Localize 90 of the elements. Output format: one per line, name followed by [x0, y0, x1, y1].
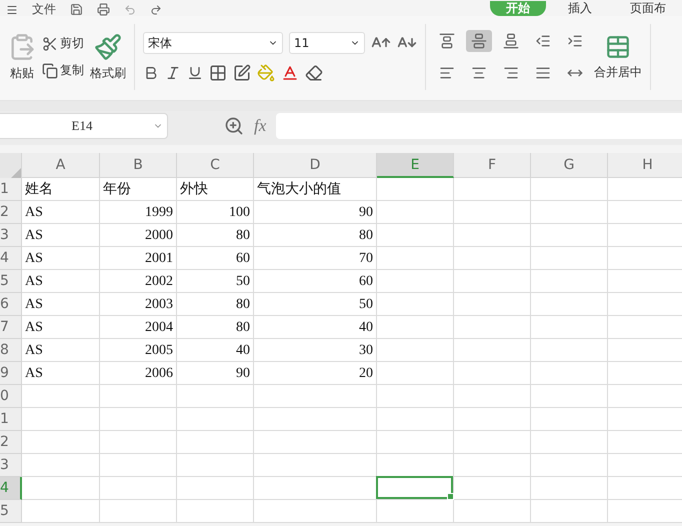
merge-cells-icon [605, 34, 631, 60]
row-header[interactable]: 6 [0, 293, 22, 316]
function-label[interactable]: fx [254, 116, 266, 136]
table-cell: 50 [177, 270, 254, 293]
row-header[interactable]: 7 [0, 316, 22, 339]
table-cell: 70 [254, 247, 377, 270]
table-cell: AS [22, 316, 100, 339]
paintbrush-icon [94, 32, 122, 60]
ribbon-tab[interactable]: 插入 [552, 1, 608, 16]
row-header[interactable]: 2 [0, 201, 22, 224]
table-cell: 100 [177, 201, 254, 224]
column-header[interactable]: B [100, 153, 177, 178]
row-header[interactable]: 5 [0, 500, 22, 523]
align-middle-icon[interactable] [466, 30, 492, 52]
row-header[interactable]: 3 [0, 224, 22, 247]
column-header[interactable]: D [254, 153, 377, 178]
table-cell: 外快 [177, 178, 254, 201]
table-cell: 40 [177, 339, 254, 362]
row-header[interactable]: 1 [0, 408, 22, 431]
font-color-icon[interactable] [281, 64, 299, 82]
ribbon-tab[interactable]: 开始 [490, 1, 546, 16]
name-box[interactable]: E14 [0, 113, 168, 139]
zoom-icon[interactable] [224, 116, 244, 136]
table-cell: AS [22, 339, 100, 362]
copy-button[interactable]: 复制 [42, 62, 84, 79]
font-size-dropdown[interactable]: 11 [289, 32, 365, 54]
italic-icon[interactable] [165, 65, 181, 81]
redo-icon[interactable] [150, 4, 162, 16]
cut-button[interactable]: 剪切 [42, 35, 84, 52]
row-header[interactable]: 5 [0, 270, 22, 293]
column-header[interactable]: H [608, 153, 682, 178]
table-cell: 80 [177, 224, 254, 247]
row-header[interactable]: 3 [0, 454, 22, 477]
table-cell: 80 [254, 224, 377, 247]
table-cell: 80 [177, 316, 254, 339]
triangle-icon [9, 166, 21, 178]
table-cell: 姓名 [22, 178, 100, 201]
row-header[interactable]: 8 [0, 339, 22, 362]
table-cell: 90 [177, 362, 254, 385]
table-cell: 60 [254, 270, 377, 293]
underline-icon[interactable] [187, 65, 203, 81]
row-header[interactable]: 1 [0, 178, 22, 201]
merge-center-button[interactable]: 合并居中 [594, 34, 642, 80]
copy-icon [42, 62, 58, 78]
row-header[interactable]: 0 [0, 385, 22, 408]
table-cell: 2006 [100, 362, 177, 385]
table-cell: 50 [254, 293, 377, 316]
column-header[interactable]: F [454, 153, 531, 178]
table-cell: AS [22, 247, 100, 270]
table-cell: AS [22, 270, 100, 293]
save-icon[interactable] [70, 3, 83, 16]
menu-icon[interactable] [6, 4, 18, 16]
row-header[interactable]: 9 [0, 362, 22, 385]
ribbon-tab[interactable]: 页面布 [614, 1, 682, 16]
column-header[interactable]: G [531, 153, 608, 178]
table-cell: AS [22, 224, 100, 247]
paste-button[interactable]: 粘贴 [8, 32, 36, 82]
eraser-icon[interactable] [305, 64, 323, 82]
table-cell: 80 [177, 293, 254, 316]
row-header[interactable]: 4 [0, 477, 22, 500]
table-cell: 30 [254, 339, 377, 362]
table-cell: AS [22, 201, 100, 224]
print-icon[interactable] [97, 3, 110, 16]
column-header[interactable]: E [377, 153, 454, 178]
row-header[interactable]: 4 [0, 247, 22, 270]
table-cell: 1999 [100, 201, 177, 224]
table-cell: 90 [254, 201, 377, 224]
format-painter-button[interactable]: 格式刷 [90, 32, 126, 82]
table-cell: 60 [177, 247, 254, 270]
table-cell: 20 [254, 362, 377, 385]
table-cell: AS [22, 362, 100, 385]
table-cell: 2005 [100, 339, 177, 362]
table-cell: 2002 [100, 270, 177, 293]
table-cell: 2000 [100, 224, 177, 247]
fill-color-icon[interactable] [257, 64, 275, 82]
column-header[interactable]: A [22, 153, 100, 178]
scissors-icon [42, 36, 58, 52]
column-header[interactable]: C [177, 153, 254, 178]
table-cell: 2003 [100, 293, 177, 316]
table-cell: 2001 [100, 247, 177, 270]
table-cell: 40 [254, 316, 377, 339]
row-header[interactable]: 2 [0, 431, 22, 454]
table-cell: 2004 [100, 316, 177, 339]
conditional-format-icon[interactable] [233, 64, 251, 82]
borders-icon[interactable] [209, 64, 227, 82]
table-cell: 气泡大小的值 [254, 178, 377, 201]
file-menu[interactable]: 文件 [32, 2, 56, 16]
table-cell: AS [22, 293, 100, 316]
font-name-dropdown[interactable]: 宋体 [143, 32, 283, 54]
table-cell: 年份 [100, 178, 177, 201]
